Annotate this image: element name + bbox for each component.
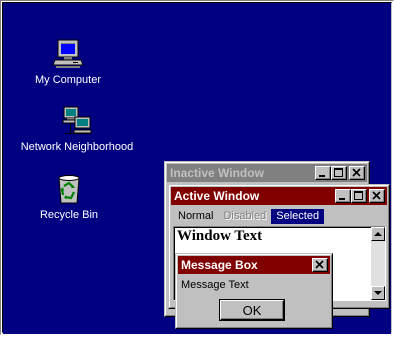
menu-bar: Normal Disabled Selected [173, 208, 325, 224]
inactive-window-titlebar[interactable]: Inactive Window [167, 164, 367, 182]
close-icon [352, 168, 361, 177]
minimize-icon [319, 175, 325, 177]
message-box-title: Message Box [181, 258, 258, 272]
computer-icon [52, 39, 84, 68]
close-icon [372, 191, 381, 200]
scroll-up-button[interactable] [371, 227, 385, 241]
network-icon [62, 106, 92, 134]
window-text: Window Text [177, 228, 263, 244]
caption-buttons [312, 258, 328, 272]
message-box-titlebar[interactable]: Message Box [178, 256, 330, 274]
ok-button[interactable]: OK [219, 299, 285, 321]
window-title: Active Window [174, 189, 260, 203]
desktop-icon-label: Network Neighborhood [20, 141, 134, 153]
desktop-icon-label: Recycle Bin [39, 209, 99, 221]
vertical-scrollbar[interactable] [371, 227, 385, 300]
active-window-titlebar[interactable]: Active Window [171, 187, 387, 205]
maximize-icon [334, 168, 343, 177]
arrow-up-icon [374, 232, 382, 236]
caption-buttons [335, 189, 385, 203]
close-button[interactable] [349, 166, 365, 180]
close-button[interactable] [312, 258, 328, 272]
minimize-button[interactable] [315, 166, 331, 180]
recycle-bin-icon [58, 175, 80, 204]
desktop: My Computer Network Neighborhood Recycle… [3, 3, 391, 334]
menu-item-selected[interactable]: Selected [271, 208, 325, 224]
maximize-icon [354, 191, 363, 200]
maximize-button[interactable] [331, 166, 347, 180]
minimize-icon [339, 198, 345, 200]
minimize-button[interactable] [335, 189, 351, 203]
desktop-icon-network-neighborhood[interactable]: Network Neighborhood [12, 105, 142, 154]
desktop-icon-label: My Computer [34, 74, 102, 86]
scroll-down-button[interactable] [371, 286, 385, 300]
caption-buttons [315, 166, 365, 180]
menu-item-disabled: Disabled [223, 209, 267, 222]
ok-button-label: OK [242, 302, 262, 318]
arrow-down-icon [374, 291, 382, 295]
menu-item-normal[interactable]: Normal [173, 209, 218, 224]
message-text: Message Text [181, 279, 249, 291]
message-box[interactable]: Message Box Message Text OK [175, 253, 333, 329]
maximize-button[interactable] [351, 189, 367, 203]
close-icon [315, 260, 324, 269]
close-button[interactable] [369, 189, 385, 203]
window-title: Inactive Window [170, 166, 264, 180]
desktop-icon-my-computer[interactable]: My Computer [34, 38, 102, 87]
desktop-icon-recycle-bin[interactable]: Recycle Bin [35, 173, 103, 222]
